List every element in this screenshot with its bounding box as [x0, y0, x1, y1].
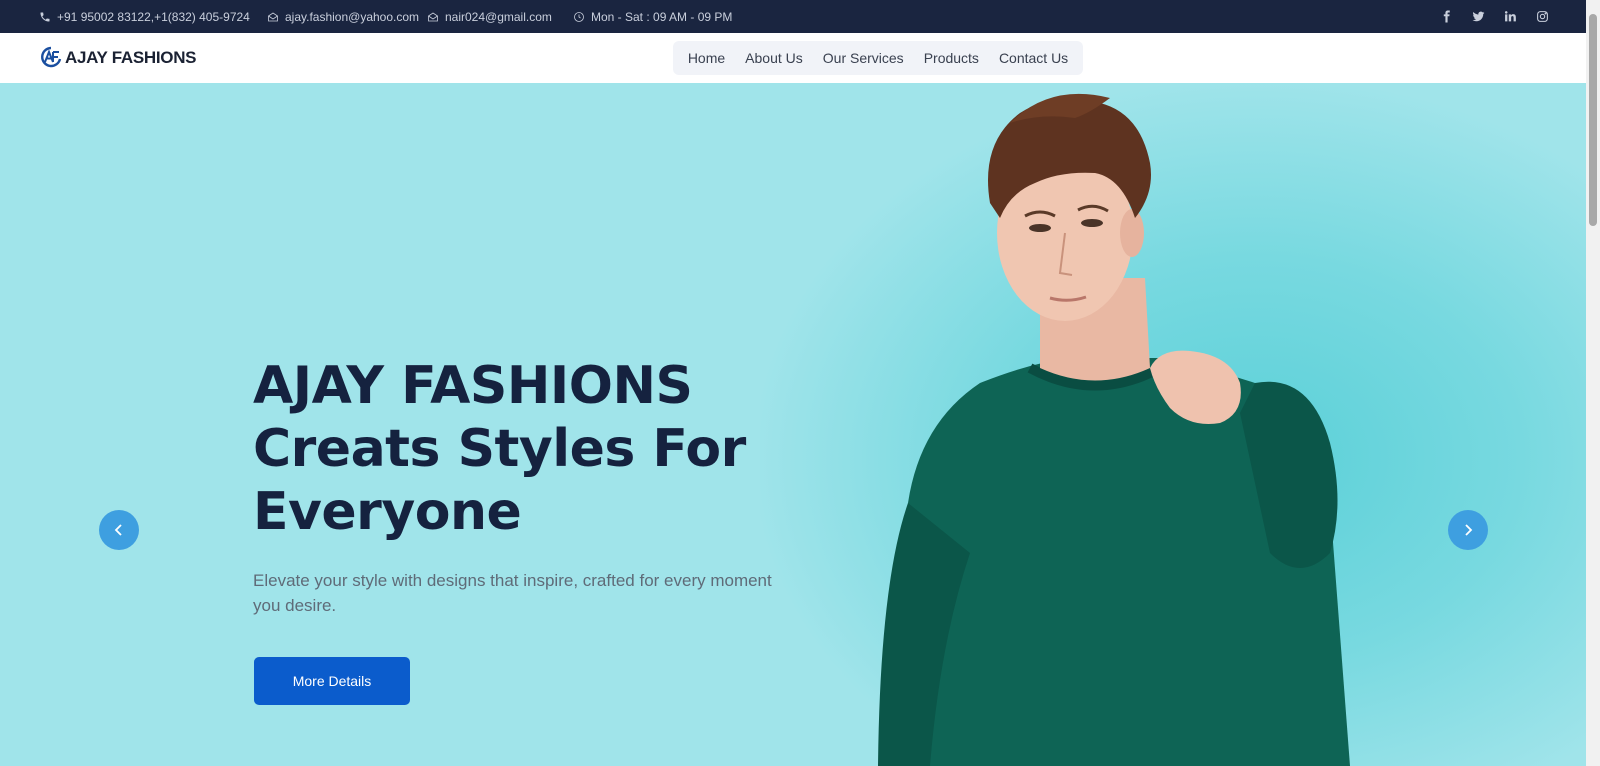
top-bar: +91 95002 83122,+1(832) 405-9724 ajay.fa…	[0, 0, 1586, 33]
main-nav: Home About Us Our Services Products Cont…	[673, 41, 1083, 75]
logo-text: AJAY FASHIONS	[65, 48, 197, 67]
site-header: AJAY FASHIONS Home About Us Our Services…	[0, 33, 1586, 83]
nav-our-services[interactable]: Our Services	[813, 50, 914, 66]
nav-about-us[interactable]: About Us	[735, 50, 813, 66]
logo-icon	[41, 46, 62, 68]
phone-text: +91 95002 83122,+1(832) 405-9724	[57, 9, 250, 24]
nav-products[interactable]: Products	[914, 50, 989, 66]
hero-title: AJAY FASHIONS Creats Styles For Everyone	[253, 355, 773, 544]
next-slide-button[interactable]	[1448, 510, 1488, 550]
hours-text: Mon - Sat : 09 AM - 09 PM	[591, 9, 733, 24]
envelope-open-icon	[428, 12, 438, 21]
phone-contact[interactable]: +91 95002 83122,+1(832) 405-9724	[39, 0, 250, 33]
phone-icon	[40, 12, 50, 21]
facebook-icon[interactable]	[1437, 8, 1455, 26]
envelope-open-icon	[268, 12, 278, 21]
chevron-left-icon	[114, 524, 122, 536]
page-scrollbar[interactable]	[1586, 0, 1600, 766]
hero-title-line-1: AJAY FASHIONS	[253, 356, 693, 416]
instagram-icon[interactable]	[1533, 8, 1551, 26]
logo[interactable]: AJAY FASHIONS	[40, 44, 197, 72]
hero-slider: AJAY FASHIONS Creats Styles For Everyone…	[0, 83, 1586, 766]
email-1-text: ajay.fashion@yahoo.com	[285, 9, 420, 24]
hero-title-line-3: Everyone	[253, 482, 522, 542]
more-details-button[interactable]: More Details	[254, 657, 410, 705]
email-contact-1[interactable]: ajay.fashion@yahoo.com	[267, 0, 419, 33]
email-contact-2[interactable]: nair024@gmail.com	[427, 0, 552, 33]
hero-title-line-2: Creats Styles For	[253, 419, 746, 479]
chevron-right-icon	[1465, 524, 1473, 536]
linkedin-icon[interactable]	[1501, 8, 1519, 26]
hero-subtitle: Elevate your style with designs that ins…	[253, 571, 772, 615]
nav-contact-us[interactable]: Contact Us	[989, 50, 1078, 66]
prev-slide-button[interactable]	[99, 510, 139, 550]
twitter-icon[interactable]	[1469, 8, 1487, 26]
opening-hours: Mon - Sat : 09 AM - 09 PM	[573, 0, 732, 33]
scrollbar-thumb[interactable]	[1589, 14, 1597, 226]
email-2-text: nair024@gmail.com	[445, 9, 552, 24]
clock-icon	[574, 11, 584, 22]
nav-home[interactable]: Home	[678, 50, 735, 66]
model-photo	[878, 93, 1350, 766]
social-links	[1437, 0, 1551, 33]
